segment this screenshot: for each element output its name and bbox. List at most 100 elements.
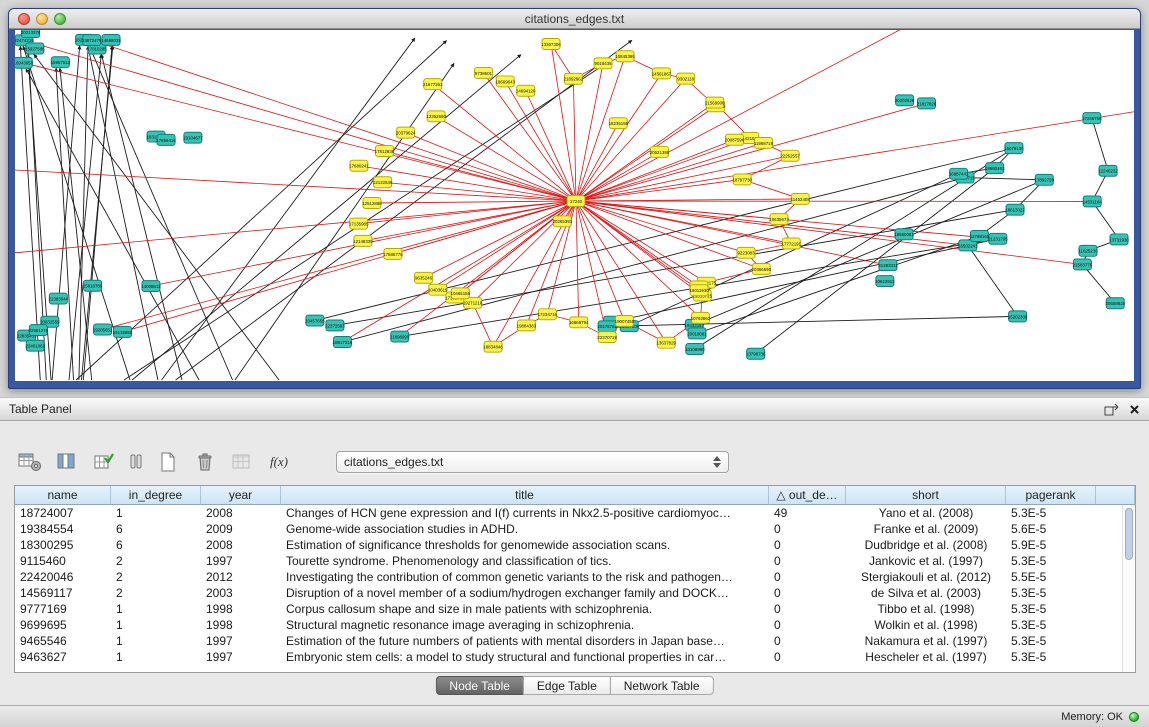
- graph-node-yellow[interactable]: 20265393: [553, 216, 573, 227]
- graph-node-yellow[interactable]: 12122548: [373, 177, 393, 188]
- graph-node-yellow[interactable]: 18834846: [483, 341, 503, 352]
- graph-node-teal[interactable]: 22372583: [325, 320, 345, 331]
- graph-node-teal[interactable]: 13731930: [1109, 234, 1129, 245]
- column-header-title[interactable]: title: [281, 486, 769, 505]
- graph-edge[interactable]: [573, 79, 576, 201]
- graph-node-yellow[interactable]: 10403619: [428, 284, 448, 295]
- graph-node-yellow[interactable]: 17234716: [538, 309, 558, 320]
- tab-node-table[interactable]: Node Table: [435, 676, 524, 695]
- table-mode-icon[interactable]: [16, 449, 44, 475]
- graph-node-teal[interactable]: 13798736: [746, 348, 766, 359]
- graph-node-teal[interactable]: 15957513: [51, 57, 71, 68]
- graph-edge[interactable]: [24, 40, 576, 201]
- graph-edge[interactable]: [576, 179, 742, 201]
- tab-network-table[interactable]: Network Table: [610, 676, 714, 695]
- table-row[interactable]: 946554611997Estimation of the future num…: [15, 633, 1135, 649]
- graph-hub-node[interactable]: 17240: [567, 196, 585, 207]
- graph-node-teal[interactable]: 17892720: [1035, 174, 1055, 185]
- graph-edge[interactable]: [15, 201, 576, 254]
- row-mode-icon[interactable]: [127, 449, 145, 475]
- column-header-in_degree[interactable]: in_degree: [111, 486, 201, 505]
- graph-node-yellow[interactable]: 22370718: [597, 332, 617, 343]
- graph-node-teal[interactable]: 15132850: [113, 326, 133, 337]
- graph-node-teal[interactable]: 12788160: [970, 231, 990, 242]
- graph-edge[interactable]: [52, 46, 80, 380]
- graph-node-yellow[interactable]: 20087596: [725, 134, 745, 145]
- graph-node-teal[interactable]: 20018081: [687, 328, 707, 339]
- graph-node-teal[interactable]: 11625230: [1078, 245, 1098, 256]
- graph-node-teal[interactable]: 20213379: [21, 30, 41, 38]
- graph-edge[interactable]: [1092, 118, 1108, 171]
- graph-node-yellow[interactable]: 13307306: [541, 39, 561, 50]
- graph-node-teal[interactable]: 21283311: [878, 260, 898, 271]
- table-row[interactable]: 1456911722003Disruption of a novel membe…: [15, 585, 1135, 601]
- graph-node-yellow[interactable]: 13637829: [656, 337, 676, 348]
- graph-edge[interactable]: [473, 303, 493, 347]
- graph-node-yellow[interactable]: 21677261: [423, 79, 443, 90]
- graph-node-yellow[interactable]: 20366590: [752, 263, 772, 274]
- graph-edge[interactable]: [965, 178, 1044, 180]
- graph-node-teal[interactable]: 21817826: [917, 98, 937, 109]
- graph-node-teal[interactable]: 19104677: [183, 132, 203, 143]
- graph-node-yellow[interactable]: 19884383: [517, 320, 537, 331]
- graph-edge[interactable]: [423, 201, 576, 278]
- graph-node-teal[interactable]: 21231795: [988, 233, 1008, 244]
- graph-node-teal[interactable]: 18613022: [1005, 204, 1025, 215]
- graph-node-teal[interactable]: 14531184: [1083, 196, 1103, 207]
- graph-edge[interactable]: [607, 316, 1017, 326]
- graph-edge[interactable]: [968, 245, 1018, 316]
- graph-node-teal[interactable]: 15927586: [25, 43, 45, 54]
- graph-node-yellow[interactable]: 10465155: [451, 288, 471, 299]
- graph-node-yellow[interactable]: 9302118: [677, 73, 695, 84]
- graph-node-yellow[interactable]: 9738601: [474, 67, 492, 78]
- graph-node-yellow[interactable]: 17812838: [375, 146, 395, 157]
- graph-node-teal[interactable]: 13872475: [82, 35, 102, 46]
- graph-edge[interactable]: [92, 40, 576, 201]
- table-row[interactable]: 1830029562008Estimation of significance …: [15, 537, 1135, 553]
- graph-node-yellow[interactable]: 9223083: [737, 247, 755, 258]
- graph-node-teal[interactable]: 15818789: [83, 280, 103, 291]
- graph-node-yellow[interactable]: 9018435: [594, 58, 612, 69]
- graph-node-yellow[interactable]: 10792862: [691, 312, 711, 323]
- graph-edge[interactable]: [342, 201, 576, 342]
- graph-node-yellow[interactable]: 17585776: [383, 248, 403, 259]
- graph-edge[interactable]: [406, 133, 576, 201]
- graph-node-yellow[interactable]: 16011930: [689, 285, 709, 296]
- graph-node-teal[interactable]: 22651276: [29, 325, 49, 336]
- column-header-name[interactable]: name: [15, 486, 111, 505]
- graph-node-teal[interactable]: 10457655: [305, 315, 325, 326]
- graph-node-yellow[interactable]: 12352690: [426, 111, 446, 122]
- graph-node-yellow[interactable]: 18669643: [495, 76, 515, 87]
- graph-node-yellow[interactable]: 17135985: [349, 218, 369, 229]
- graph-node-yellow[interactable]: 17680241: [349, 160, 369, 171]
- graph-node-teal[interactable]: 11898990: [390, 331, 410, 342]
- graph-node-teal[interactable]: 19205651: [93, 324, 113, 335]
- graph-node-teal[interactable]: 10622913: [875, 276, 895, 287]
- graph-edge[interactable]: [576, 103, 926, 201]
- table-row[interactable]: 977716911998Corpus callosum shape and si…: [15, 601, 1135, 617]
- graph-edge[interactable]: [551, 44, 576, 201]
- graph-edge[interactable]: [576, 79, 686, 201]
- graph-node-teal[interactable]: 18917316: [333, 337, 353, 348]
- graph-node-yellow[interactable]: 17772191: [782, 238, 802, 249]
- close-window-button[interactable]: [18, 13, 30, 25]
- network-canvas[interactable]: 2247421920213379182657821701028513872475…: [15, 30, 1134, 381]
- graph-node-yellow[interactable]: 18235155: [609, 118, 629, 129]
- close-panel-icon[interactable]: [1129, 404, 1140, 415]
- graph-node-yellow[interactable]: 10845395: [615, 51, 635, 62]
- delete-table-icon[interactable]: [191, 449, 219, 475]
- table-row[interactable]: 1938455462009Genome-wide association stu…: [15, 521, 1135, 537]
- graph-node-teal[interactable]: 22401062: [26, 340, 46, 351]
- graph-node-teal[interactable]: 15202309: [1008, 311, 1028, 322]
- graph-node-teal[interactable]: 20202528: [895, 95, 915, 106]
- table-row[interactable]: 946362711997Embryonic stem cells: a mode…: [15, 649, 1135, 665]
- graph-node-yellow[interactable]: 11968719: [754, 137, 774, 148]
- graph-edge[interactable]: [103, 201, 576, 329]
- graph-edge[interactable]: [576, 201, 579, 322]
- graph-edge[interactable]: [235, 63, 454, 380]
- function-builder-icon[interactable]: f(x): [265, 449, 293, 475]
- column-header-pagerank[interactable]: pagerank: [1006, 486, 1096, 505]
- graph-edge[interactable]: [576, 123, 618, 201]
- table-row[interactable]: 969969511998Structural magnetic resonanc…: [15, 617, 1135, 633]
- graph-node-yellow[interactable]: 12512888: [362, 198, 382, 209]
